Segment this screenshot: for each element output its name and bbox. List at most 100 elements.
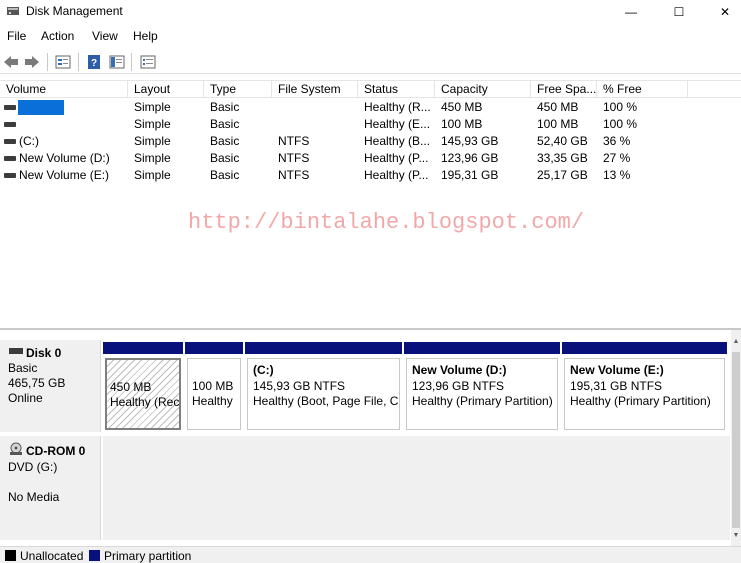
properties-button[interactable]	[53, 52, 73, 72]
disk-type: Basic	[8, 361, 38, 375]
volume-capacity: 123,96 GB	[441, 151, 499, 165]
partition-bar	[103, 342, 183, 354]
list-view-icon	[140, 55, 156, 69]
column-header-volume[interactable]: Volume	[0, 81, 128, 98]
menu-view[interactable]: View	[92, 29, 118, 43]
column-header-file-system[interactable]: File System	[272, 81, 358, 98]
volume-type: Basic	[210, 117, 240, 131]
volume-capacity: 145,93 GB	[441, 134, 499, 148]
partition-size: 100 MB	[192, 379, 234, 393]
console-tree-button[interactable]	[107, 52, 127, 72]
table-row[interactable]: New Volume (E:) Simple Basic NTFS Health…	[0, 167, 741, 184]
toolbar: ?	[0, 50, 741, 74]
volume-free-space: 33,35 GB	[537, 151, 588, 165]
column-header-layout[interactable]: Layout	[128, 81, 204, 98]
console-tree-icon	[109, 55, 125, 69]
title-bar: Disk Management — ☐ ✕	[0, 0, 741, 24]
cdrom-name: CD-ROM 0	[26, 444, 86, 458]
partition-recovery[interactable]: 450 MB Healthy (Rec	[103, 342, 183, 432]
menu-file[interactable]: File	[7, 29, 26, 43]
table-row[interactable]: New Volume (D:) Simple Basic NTFS Health…	[0, 150, 741, 167]
volume-capacity: 100 MB	[441, 117, 483, 131]
volume-type: Basic	[210, 151, 240, 165]
column-header-type[interactable]: Type	[204, 81, 272, 98]
list-view-button[interactable]	[138, 52, 158, 72]
toolbar-separator	[131, 53, 132, 71]
disk-0-label[interactable]: Disk 0 Basic 465,75 GB Online	[0, 340, 101, 432]
maximize-button[interactable]: ☐	[656, 0, 702, 24]
partition-c[interactable]: (C:) 145,93 GB NTFS Healthy (Boot, Page …	[245, 342, 402, 432]
scroll-down-icon[interactable]: ▼	[731, 530, 741, 542]
table-row[interactable]: Simple Basic Healthy (E... 100 MB 100 MB…	[0, 116, 741, 133]
scroll-up-icon[interactable]: ▲	[731, 336, 741, 348]
partition-e[interactable]: New Volume (E:) 195,31 GB NTFS Healthy (…	[562, 342, 727, 432]
volume-layout: Simple	[134, 168, 171, 182]
table-row[interactable]: (C:) Simple Basic NTFS Healthy (B... 145…	[0, 133, 741, 150]
volume-free-space: 25,17 GB	[537, 168, 588, 182]
partition-title: (C:)	[253, 363, 274, 377]
disk-name: Disk 0	[26, 346, 62, 360]
volume-layout: Simple	[134, 117, 171, 131]
properties-icon	[55, 55, 71, 69]
column-header-free-space[interactable]: Free Spa...	[531, 81, 597, 98]
volume-percent-free: 27 %	[603, 151, 631, 165]
selected-volume-name-highlight[interactable]	[18, 100, 64, 115]
volume-layout: Simple	[134, 134, 171, 148]
toolbar-separator	[47, 53, 48, 71]
volume-free-space: 100 MB	[537, 117, 579, 131]
scrollbar-thumb[interactable]	[732, 352, 740, 528]
cdrom-icon	[10, 442, 22, 455]
partition-bar	[404, 342, 560, 354]
column-header-capacity[interactable]: Capacity	[435, 81, 531, 98]
volume-status: Healthy (P...	[364, 168, 429, 182]
cdrom-0-area[interactable]	[103, 436, 730, 540]
partition-body: New Volume (E:) 195,31 GB NTFS Healthy (…	[564, 358, 725, 430]
partition-status: Healthy (Primary Partition)	[570, 394, 711, 408]
volume-icon	[4, 105, 16, 110]
partition-efi[interactable]: 100 MB Healthy	[185, 342, 243, 432]
volume-percent-free: 13 %	[603, 168, 631, 182]
volume-capacity: 450 MB	[441, 100, 483, 114]
legend-bar: Unallocated Primary partition	[0, 546, 741, 563]
volume-layout: Simple	[134, 151, 171, 165]
help-button[interactable]: ?	[84, 52, 104, 72]
volume-name: (C:)	[19, 134, 39, 148]
unallocated-swatch	[5, 550, 16, 561]
column-header-percent-free[interactable]: % Free	[597, 81, 688, 98]
partition-size: 145,93 GB NTFS	[253, 379, 346, 393]
partition-bar	[245, 342, 402, 354]
minimize-icon: —	[625, 5, 637, 19]
volume-type: Basic	[210, 100, 240, 114]
disk-icon	[9, 348, 23, 354]
volume-status: Healthy (B...	[364, 134, 431, 148]
toolbar-separator	[78, 53, 79, 71]
legend-label-primary-partition: Primary partition	[104, 549, 192, 563]
window-title: Disk Management	[26, 4, 123, 18]
vertical-scrollbar[interactable]: ▲ ▼	[731, 330, 741, 546]
volume-free-space: 52,40 GB	[537, 134, 588, 148]
partition-d[interactable]: New Volume (D:) 123,96 GB NTFS Healthy (…	[404, 342, 560, 432]
column-header-status[interactable]: Status	[358, 81, 435, 98]
minimize-button[interactable]: —	[608, 0, 654, 24]
close-button[interactable]: ✕	[702, 0, 741, 24]
volume-type: Basic	[210, 134, 240, 148]
cdrom-0-label[interactable]: CD-ROM 0 DVD (G:) No Media	[0, 436, 101, 540]
volume-layout: Simple	[134, 100, 171, 114]
primary-partition-swatch	[89, 550, 100, 561]
forward-arrow-icon	[25, 56, 39, 68]
cdrom-drive: DVD (G:)	[8, 460, 58, 474]
menu-help[interactable]: Help	[133, 29, 158, 43]
volume-percent-free: 100 %	[603, 100, 638, 114]
cdrom-media: No Media	[8, 490, 60, 504]
volume-type: Basic	[210, 168, 240, 182]
menu-action[interactable]: Action	[41, 29, 74, 43]
volume-free-space: 450 MB	[537, 100, 579, 114]
watermark-text: http://bintalahe.blogspot.com/	[188, 210, 585, 235]
volume-percent-free: 36 %	[603, 134, 631, 148]
partition-body: 100 MB Healthy	[187, 358, 241, 430]
disk-management-app-icon	[7, 7, 19, 15]
forward-button[interactable]	[22, 52, 42, 72]
partition-body: New Volume (D:) 123,96 GB NTFS Healthy (…	[406, 358, 558, 430]
back-button[interactable]	[1, 52, 21, 72]
table-row[interactable]: Simple Basic Healthy (R... 450 MB 450 MB…	[0, 99, 741, 116]
